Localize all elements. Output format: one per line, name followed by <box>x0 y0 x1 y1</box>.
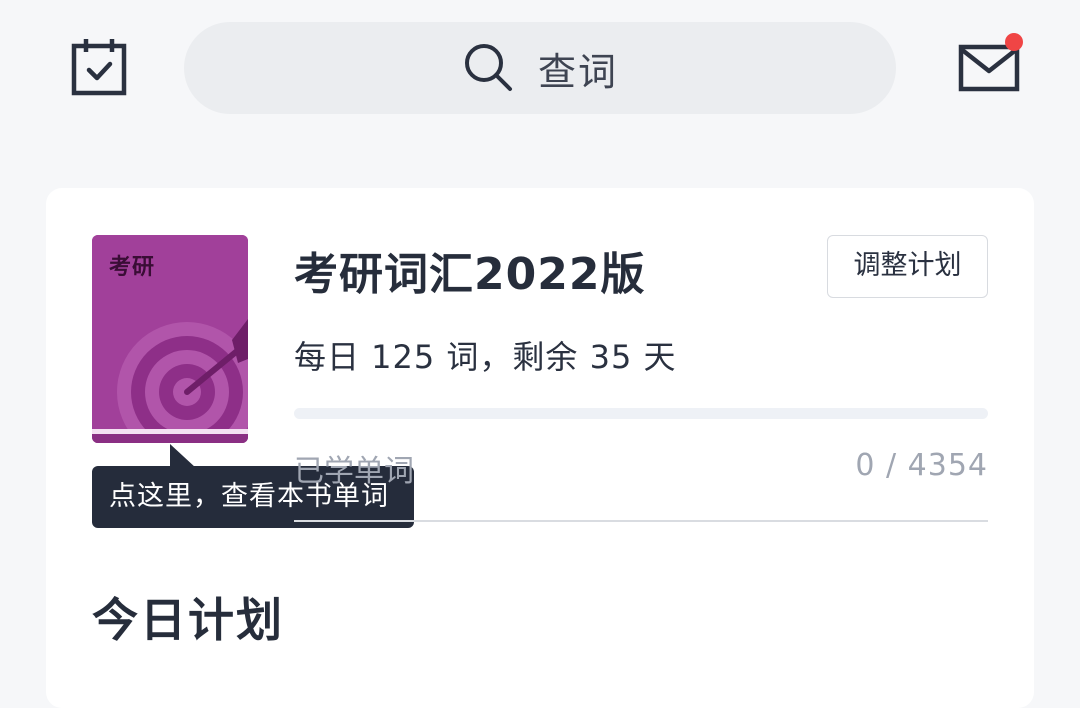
learned-words-count: 0 / 4354 <box>855 448 988 483</box>
divider <box>294 520 988 522</box>
book-cover[interactable]: 考研 <box>92 235 248 443</box>
cover-title: 考研 <box>109 255 156 280</box>
tooltip-arrow <box>170 444 196 468</box>
current-book-card: 考研 点这里，查看本书单词 考研词汇2022版 调整计划 每日 125 词，剩余… <box>46 188 1034 708</box>
top-bar: 查词 <box>0 0 1080 140</box>
today-plan-title: 今日计划 <box>92 593 284 647</box>
calendar-check-icon[interactable] <box>66 36 132 102</box>
unread-badge <box>1005 33 1023 51</box>
learned-words-label: 已学单词 <box>294 454 414 489</box>
adjust-plan-button[interactable]: 调整计划 <box>827 235 988 298</box>
daily-plan-text: 每日 125 词，剩余 35 天 <box>294 338 677 376</box>
learning-progress-bar <box>294 408 988 419</box>
search-icon <box>464 44 512 91</box>
book-title: 考研词汇2022版 <box>294 249 646 300</box>
search-placeholder: 查词 <box>537 49 618 94</box>
search-bar[interactable]: 查词 <box>184 22 896 114</box>
